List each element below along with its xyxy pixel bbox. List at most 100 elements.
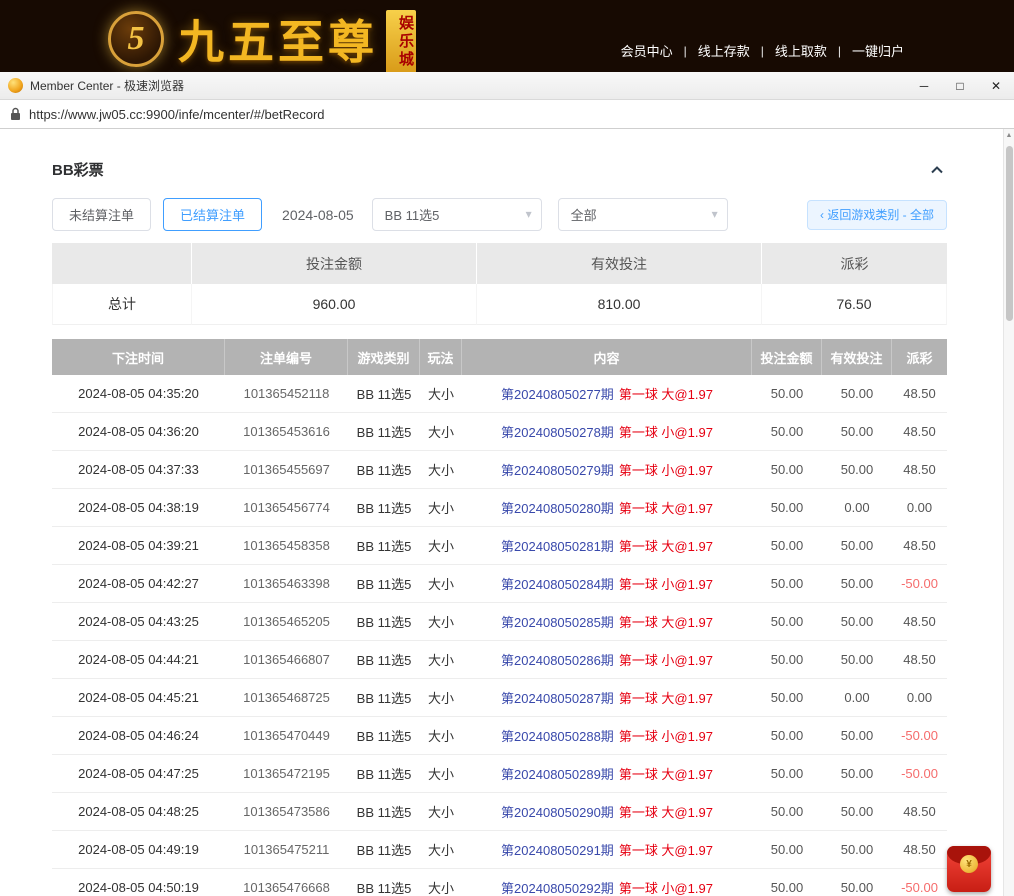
scrollbar-thumb[interactable] <box>1006 146 1013 321</box>
table-row: 2024-08-05 04:46:24 101365470449 BB 11选5… <box>52 717 947 755</box>
cell-time: 2024-08-05 04:46:24 <box>52 717 225 755</box>
cell-payout: 48.50 <box>892 793 947 831</box>
table-header-cell: 内容 <box>462 339 752 375</box>
cell-order-id: 101365470449 <box>225 717 348 755</box>
content-period: 第202408050285期 <box>501 612 614 631</box>
cell-play: 大小 <box>420 375 462 413</box>
url-text[interactable]: https://www.jw05.cc:9900/infe/mcenter/#/… <box>29 107 325 122</box>
cell-payout: 48.50 <box>892 527 947 565</box>
table-row: 2024-08-05 04:39:21 101365458358 BB 11选5… <box>52 527 947 565</box>
logo-subtitle: 娱乐城 <box>386 10 416 72</box>
cell-game: BB 11选5 <box>348 565 420 603</box>
lock-icon <box>10 107 21 121</box>
cell-content: 第202408050284期 第一球 小@1.97 <box>462 565 752 603</box>
cell-bet: 50.00 <box>752 869 822 896</box>
page-scrollbar[interactable]: ▲ <box>1003 129 1014 896</box>
url-bar[interactable]: https://www.jw05.cc:9900/infe/mcenter/#/… <box>0 100 1014 129</box>
cell-content: 第202408050280期 第一球 大@1.97 <box>462 489 752 527</box>
table-row: 2024-08-05 04:43:25 101365465205 BB 11选5… <box>52 603 947 641</box>
cell-play: 大小 <box>420 641 462 679</box>
cell-game: BB 11选5 <box>348 641 420 679</box>
content-pick: 第一球 大@1.97 <box>619 612 713 631</box>
summary-payout-total: 76.50 <box>762 284 947 325</box>
cell-valid: 50.00 <box>822 451 892 489</box>
cell-bet: 50.00 <box>752 755 822 793</box>
cell-time: 2024-08-05 04:48:25 <box>52 793 225 831</box>
cell-content: 第202408050278期 第一球 小@1.97 <box>462 413 752 451</box>
cell-payout: -50.00 <box>892 869 947 896</box>
cell-play: 大小 <box>420 869 462 896</box>
cell-valid: 50.00 <box>822 717 892 755</box>
table-header-cell: 有效投注 <box>822 339 892 375</box>
scroll-up-icon[interactable]: ▲ <box>1004 132 1014 139</box>
cell-game: BB 11选5 <box>348 869 420 896</box>
cell-play: 大小 <box>420 755 462 793</box>
content-pick: 第一球 大@1.97 <box>619 840 713 859</box>
unsettled-bets-button[interactable]: 未结算注单 <box>52 198 151 231</box>
cell-bet: 50.00 <box>752 527 822 565</box>
cell-play: 大小 <box>420 527 462 565</box>
separator: | <box>761 44 764 58</box>
cell-valid: 50.00 <box>822 869 892 896</box>
cell-time: 2024-08-05 04:39:21 <box>52 527 225 565</box>
cell-play: 大小 <box>420 831 462 869</box>
table-row: 2024-08-05 04:36:20 101365453616 BB 11选5… <box>52 413 947 451</box>
cell-bet: 50.00 <box>752 413 822 451</box>
content-pick: 第一球 小@1.97 <box>619 460 713 479</box>
cell-valid: 50.00 <box>822 603 892 641</box>
banner-link[interactable]: 线上存款 <box>696 41 752 60</box>
minimize-button[interactable]: ─ <box>906 72 942 99</box>
back-to-game-category-button[interactable]: ‹ 返回游戏类别 - 全部 <box>807 200 947 230</box>
category-select[interactable]: 全部 ▾ <box>558 198 728 231</box>
settled-bets-button[interactable]: 已结算注单 <box>163 198 262 231</box>
cell-valid: 50.00 <box>822 375 892 413</box>
summary-total-row: 总计 960.00 810.00 76.50 <box>52 284 947 325</box>
cell-payout: 0.00 <box>892 489 947 527</box>
cell-payout: 48.50 <box>892 451 947 489</box>
close-button[interactable]: ✕ <box>978 72 1014 99</box>
content-pick: 第一球 小@1.97 <box>619 726 713 745</box>
cell-order-id: 101365465205 <box>225 603 348 641</box>
cell-payout: 48.50 <box>892 603 947 641</box>
content-period: 第202408050290期 <box>501 802 614 821</box>
content-period: 第202408050287期 <box>501 688 614 707</box>
table-header-cell: 游戏类别 <box>348 339 420 375</box>
cell-payout: -50.00 <box>892 717 947 755</box>
cell-valid: 50.00 <box>822 565 892 603</box>
content-pick: 第一球 大@1.97 <box>619 802 713 821</box>
cell-bet: 50.00 <box>752 489 822 527</box>
summary-header-empty <box>52 243 192 284</box>
game-select[interactable]: BB 11选5 ▾ <box>372 198 542 231</box>
cell-valid: 0.00 <box>822 489 892 527</box>
browser-titlebar: Member Center - 极速浏览器 ─ □ ✕ <box>0 72 1014 100</box>
banner-link[interactable]: 线上取款 <box>773 41 829 60</box>
cell-time: 2024-08-05 04:49:19 <box>52 831 225 869</box>
content-period: 第202408050281期 <box>501 536 614 555</box>
banner-link[interactable]: 一键归户 <box>850 41 906 60</box>
table-body: 2024-08-05 04:35:20 101365452118 BB 11选5… <box>52 375 947 896</box>
cell-valid: 50.00 <box>822 755 892 793</box>
cell-time: 2024-08-05 04:36:20 <box>52 413 225 451</box>
cell-bet: 50.00 <box>752 451 822 489</box>
red-envelope-icon[interactable]: ¥ <box>947 846 991 892</box>
chevron-up-icon[interactable] <box>927 160 947 180</box>
cell-play: 大小 <box>420 565 462 603</box>
maximize-button[interactable]: □ <box>942 72 978 99</box>
filter-row: 未结算注单 已结算注单 2024-08-05 BB 11选5 ▾ 全部 ▾ ‹ … <box>52 198 947 231</box>
content-period: 第202408050284期 <box>501 574 614 593</box>
banner-links: 会员中心|线上存款|线上取款|一键归户 <box>619 41 906 60</box>
content-period: 第202408050286期 <box>501 650 614 669</box>
cell-order-id: 101365456774 <box>225 489 348 527</box>
cell-content: 第202408050286期 第一球 小@1.97 <box>462 641 752 679</box>
cell-bet: 50.00 <box>752 603 822 641</box>
cell-payout: 48.50 <box>892 831 947 869</box>
cell-valid: 0.00 <box>822 679 892 717</box>
content-period: 第202408050280期 <box>501 498 614 517</box>
date-value[interactable]: 2024-08-05 <box>282 207 354 223</box>
cell-content: 第202408050289期 第一球 大@1.97 <box>462 755 752 793</box>
table-row: 2024-08-05 04:37:33 101365455697 BB 11选5… <box>52 451 947 489</box>
table-row: 2024-08-05 04:45:21 101365468725 BB 11选5… <box>52 679 947 717</box>
cell-game: BB 11选5 <box>348 831 420 869</box>
banner-link[interactable]: 会员中心 <box>619 41 675 60</box>
content-period: 第202408050279期 <box>501 460 614 479</box>
